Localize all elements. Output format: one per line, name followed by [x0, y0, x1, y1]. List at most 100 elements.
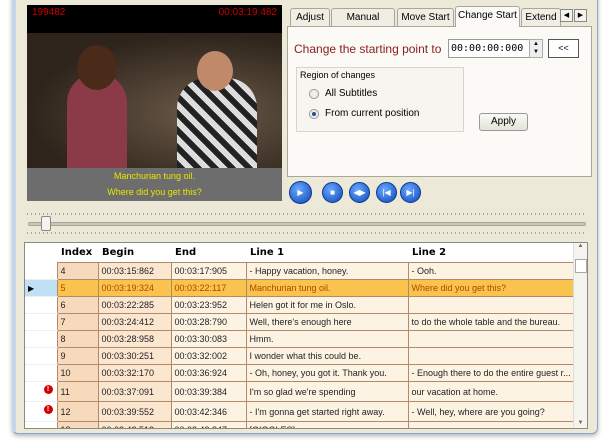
row-header[interactable]: ! — [25, 401, 57, 422]
cell-line1[interactable]: I'm so glad we're spending — [245, 381, 409, 402]
table-row[interactable]: ▶ 5 00:03:19:324 00:03:22:117 Manchurian tun… — [25, 279, 574, 297]
table-row[interactable]: 10 00:03:32:170 00:03:36:924- Oh, honey, y… — [25, 364, 574, 382]
cell-line2[interactable] — [407, 421, 574, 428]
cell-begin[interactable]: 00:03:37:091 — [97, 381, 172, 402]
row-header[interactable]: ▶ — [25, 279, 57, 297]
row-header[interactable] — [25, 313, 57, 331]
cell-begin[interactable]: 00:03:22:285 — [97, 296, 172, 314]
previous-button[interactable]: |◀ — [376, 182, 397, 203]
cell-begin[interactable]: 00:03:24:412 — [97, 313, 172, 331]
cell-begin[interactable]: 00:03:28:958 — [97, 330, 172, 348]
row-header[interactable] — [25, 364, 57, 382]
table-row[interactable]: 9 00:03:30:251 00:03:32:002 I wonder what t… — [25, 347, 574, 365]
cell-line2[interactable]: - Enough there to do the entire guest r.… — [407, 364, 574, 382]
col-header-index[interactable]: Index — [57, 243, 98, 263]
tab-change-start[interactable]: Change Start — [455, 6, 520, 27]
cell-index[interactable]: 5 — [56, 279, 99, 297]
table-row[interactable]: 4 00:03:15:862 00:03:17:905- Happy vacatio… — [25, 262, 574, 280]
cell-line1[interactable]: Helen got it for me in Oslo. — [245, 296, 409, 314]
cell-index[interactable]: 8 — [56, 330, 99, 348]
row-header[interactable] — [25, 330, 57, 348]
cell-begin[interactable]: 00:03:32:170 — [97, 364, 172, 382]
cell-index[interactable]: 9 — [56, 347, 99, 365]
play-button[interactable]: ▶ — [289, 181, 312, 204]
col-header-line2[interactable]: Line 2 — [408, 243, 573, 263]
table-row[interactable]: 1300:03:42:51300:03:43:847[GIGGLES] — [25, 421, 574, 428]
cell-line2[interactable]: to do the whole table and the bureau. — [407, 313, 574, 331]
cell-begin[interactable]: 00:03:42:513 — [97, 421, 172, 428]
cell-index[interactable]: 6 — [56, 296, 99, 314]
table-row[interactable]: ! 11 00:03:37:091 00:03:39:384 I'm so glad w… — [25, 381, 574, 402]
tab-adjust[interactable]: Adjust — [290, 8, 330, 26]
cell-line1[interactable]: - I'm gonna get started right away. — [245, 401, 409, 422]
cell-line1[interactable]: Well, there's enough here — [245, 313, 409, 331]
cell-line1[interactable]: I wonder what this could be. — [245, 347, 409, 365]
position-slider[interactable] — [28, 222, 586, 226]
tab-manual-synch[interactable]: Manual Synch — [331, 8, 395, 40]
cell-index[interactable]: 10 — [56, 364, 99, 382]
cell-begin[interactable]: 00:03:15:862 — [97, 262, 172, 280]
apply-button[interactable]: Apply — [479, 113, 528, 131]
cell-end[interactable]: 00:03:22:117 — [170, 279, 247, 297]
tab-move-start[interactable]: Move Start — [397, 8, 454, 26]
tab-extend[interactable]: Extend — [521, 8, 561, 26]
row-header[interactable]: ! — [25, 381, 57, 402]
cell-end[interactable]: 00:03:39:384 — [170, 381, 247, 402]
slider-thumb[interactable] — [41, 216, 51, 231]
cell-line1[interactable]: [GIGGLES] — [245, 421, 409, 428]
cell-line2[interactable] — [407, 296, 574, 314]
scroll-down-icon[interactable]: ▼ — [574, 420, 587, 426]
cell-line2[interactable] — [407, 347, 574, 365]
play-pause-button[interactable]: ◀▶ — [349, 182, 370, 203]
vertical-scrollbar[interactable]: ▲ ▼ — [573, 243, 587, 428]
row-header[interactable] — [25, 347, 57, 365]
cell-end[interactable]: 00:03:28:790 — [170, 313, 247, 331]
radio-from-current-position[interactable]: From current position — [309, 108, 419, 119]
cell-begin[interactable]: 00:03:19:324 — [97, 279, 172, 297]
table-row[interactable]: ! 12 00:03:39:552 00:03:42:346- I'm gonna g… — [25, 401, 574, 422]
cell-end[interactable]: 00:03:30:083 — [170, 330, 247, 348]
cell-index[interactable]: 7 — [56, 313, 99, 331]
cell-line1[interactable]: - Oh, honey, you got it. Thank you. — [245, 364, 409, 382]
cell-line1[interactable]: Manchurian tung oil. — [245, 279, 409, 297]
cell-end[interactable]: 00:03:32:002 — [170, 347, 247, 365]
col-header-line1[interactable]: Line 1 — [246, 243, 408, 263]
cell-line2[interactable]: Where did you get this? — [407, 279, 574, 297]
radio-all-subtitles[interactable]: All Subtitles — [309, 88, 377, 99]
time-spinner[interactable]: ▲ ▼ — [529, 39, 543, 58]
cell-index[interactable]: 4 — [56, 262, 99, 280]
table-row[interactable]: 6 00:03:22:285 00:03:23:952 Helen got it fo… — [25, 296, 574, 314]
row-header[interactable] — [25, 296, 57, 314]
stop-button[interactable]: ■ — [322, 182, 343, 203]
next-button[interactable]: ▶| — [400, 182, 421, 203]
cell-line1[interactable]: - Happy vacation, honey. — [245, 262, 409, 280]
cell-line2[interactable]: - Ooh. — [407, 262, 574, 280]
scroll-up-icon[interactable]: ▲ — [574, 243, 587, 249]
row-header[interactable] — [25, 262, 57, 280]
cell-end[interactable]: 00:03:43:847 — [170, 421, 247, 428]
table-row[interactable]: 8 00:03:28:958 00:03:30:083 Hmm. — [25, 330, 574, 348]
start-time-input[interactable]: 00:00:00:000 — [448, 39, 532, 58]
cell-index[interactable]: 12 — [56, 401, 99, 422]
cell-line2[interactable] — [407, 330, 574, 348]
cell-end[interactable]: 00:03:23:952 — [170, 296, 247, 314]
col-header-begin[interactable]: Begin — [98, 243, 171, 263]
use-current-time-button[interactable]: << — [548, 39, 579, 58]
cell-end[interactable]: 00:03:42:346 — [170, 401, 247, 422]
tab-scroll-right-icon[interactable]: ▶ — [574, 9, 587, 22]
tab-scroll-left-icon[interactable]: ◀ — [560, 9, 573, 22]
cell-end[interactable]: 00:03:36:924 — [170, 364, 247, 382]
video-preview[interactable]: 199482 00:03:19.482 Manchurian tung oil.… — [27, 5, 282, 201]
cell-line2[interactable]: our vacation at home. — [407, 381, 574, 402]
cell-line2[interactable]: - Well, hey, where are you going? — [407, 401, 574, 422]
cell-begin[interactable]: 00:03:39:552 — [97, 401, 172, 422]
table-row[interactable]: 7 00:03:24:412 00:03:28:790 Well, there's e… — [25, 313, 574, 331]
cell-index[interactable]: 11 — [56, 381, 99, 402]
cell-end[interactable]: 00:03:17:905 — [170, 262, 247, 280]
cell-begin[interactable]: 00:03:30:251 — [97, 347, 172, 365]
cell-line1[interactable]: Hmm. — [245, 330, 409, 348]
cell-index[interactable]: 13 — [56, 421, 99, 428]
row-header[interactable] — [25, 421, 57, 428]
scrollbar-thumb[interactable] — [575, 259, 587, 273]
col-header-end[interactable]: End — [171, 243, 246, 263]
